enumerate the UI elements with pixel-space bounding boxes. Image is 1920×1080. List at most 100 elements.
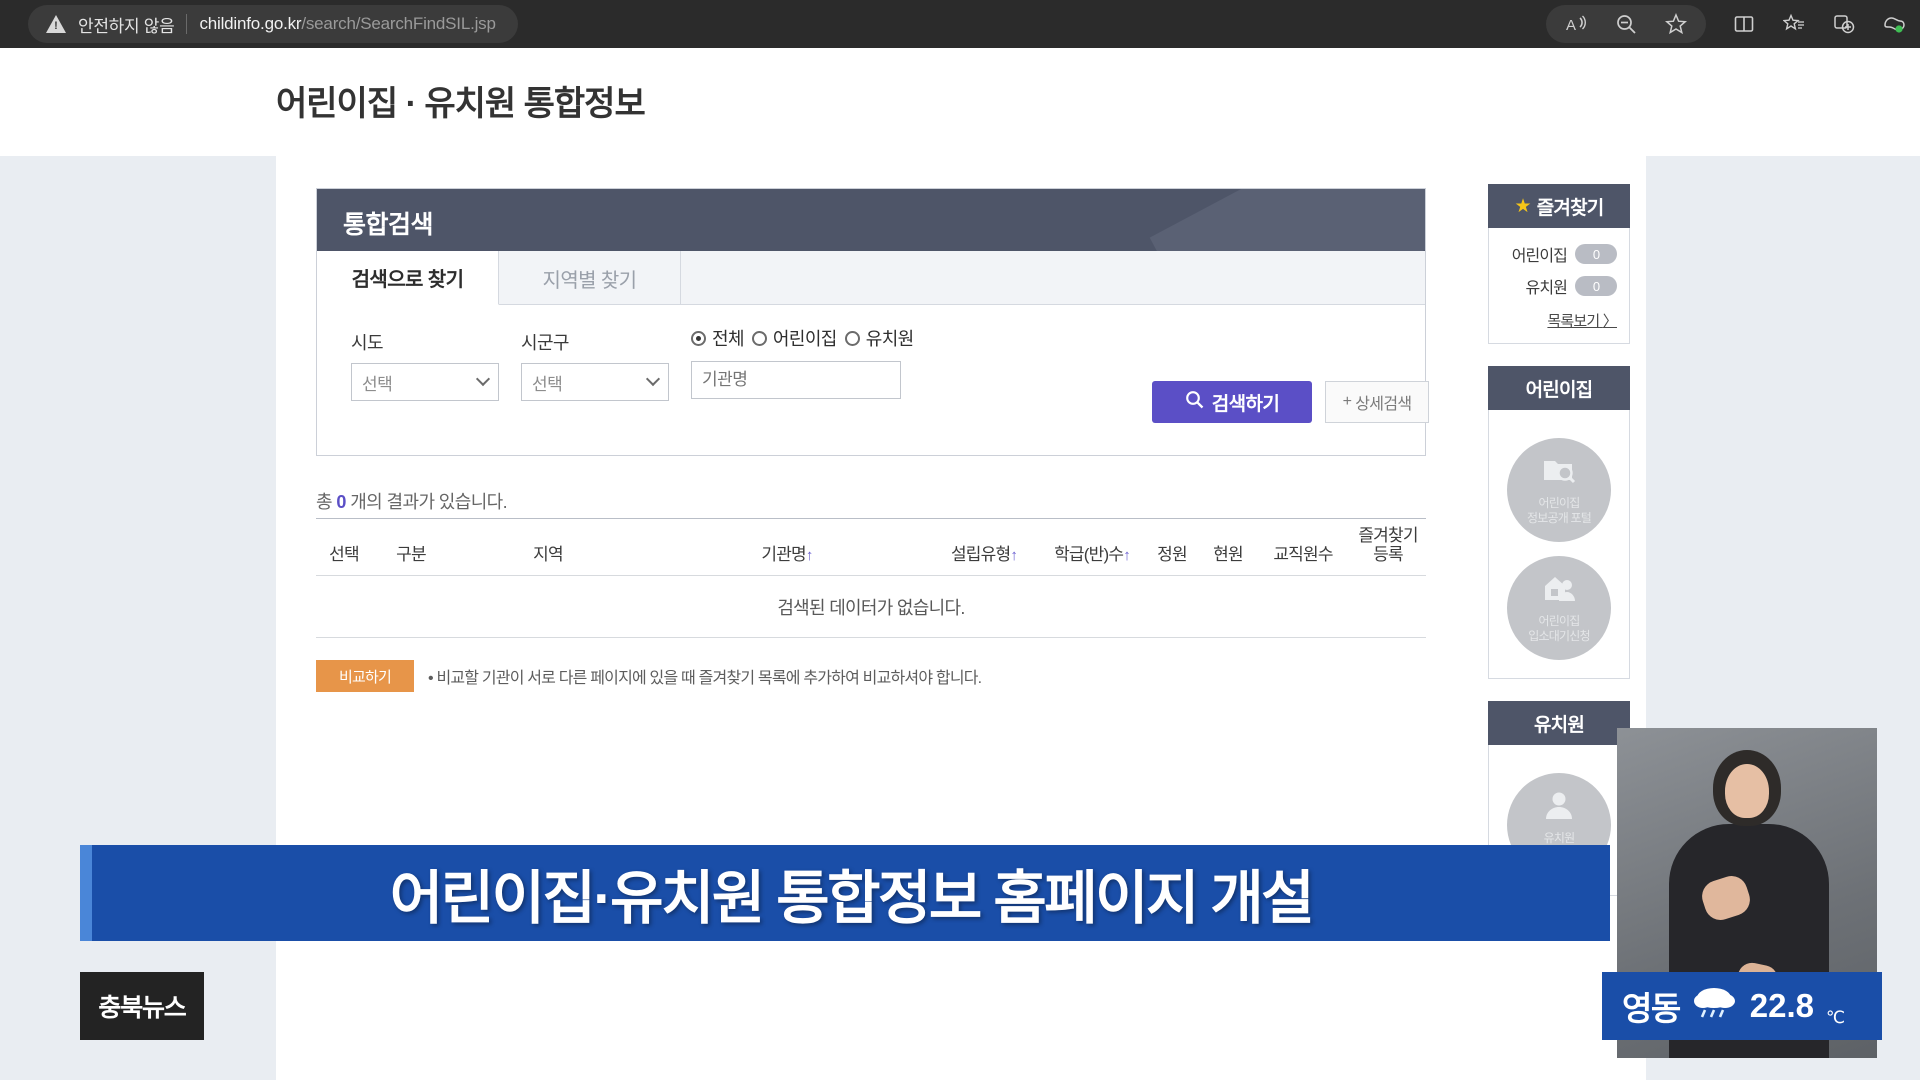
toolbar-icon-group-left: A [1546,5,1706,43]
zoom-out-icon[interactable] [1614,12,1638,36]
search-panel-title: 통합검색 [343,211,434,239]
search-form: 시도 선택 시군구 선택 전체 어린이집 유치원 기관명 검색하기 + 상세검색 [317,305,1429,455]
plus-icon: + [1342,393,1352,410]
institution-type-radios: 전체 어린이집 유치원 [691,325,914,351]
detail-search-button[interactable]: + 상세검색 [1325,381,1429,423]
institution-name-input[interactable] [691,361,901,399]
right-sidebar: ★ 즐겨찾기 어린이집 0 유치원 0 목록보기 〉 어린이집 어린이집 정보공… [1488,184,1630,896]
result-count: 총 0 개의 결과가 있습니다. [316,488,508,514]
svg-text:A: A [1566,17,1576,34]
kindergarten-recruit-label-1: 유치원 [1543,830,1576,845]
result-count-value: 0 [336,492,346,512]
daycare-portal-label-2: 정보공개 포털 [1527,510,1592,525]
search-button[interactable]: 검색하기 [1152,381,1312,423]
collections-icon[interactable] [1782,12,1806,36]
favorites-kindergarten-label: 유치원 [1525,280,1568,297]
compare-row: 비교하기 • 비교할 기관이 서로 다른 페이지에 있을 때 즐겨찾기 목록에 … [316,660,1426,692]
radio-all-label: 전체 [712,329,745,349]
results-table: 선택 구분 지역 기관명↑ 설립유형↑ 학급(반)수↑ 정원 현원 교직원수 즐… [316,518,1426,692]
chevron-right-icon: 〉 [1602,313,1618,330]
warning-icon [46,15,66,33]
url-text: childinfo.go.kr/search/SearchFindSIL.jsp [199,14,495,34]
sort-ascending-icon[interactable]: ↑ [806,547,813,564]
column-class-count-label: 학급(반)수 [1054,545,1124,564]
table-header-row: 선택 구분 지역 기관명↑ 설립유형↑ 학급(반)수↑ 정원 현원 교직원수 즐… [316,518,1426,576]
tab-filler [681,251,1425,304]
column-institution-name[interactable]: 기관명↑ [646,540,928,565]
radio-all[interactable]: 전체 [691,325,745,351]
star-icon: ★ [1514,195,1532,217]
tab-search-by-keyword[interactable]: 검색으로 찾기 [317,251,499,305]
daycare-portal-label-1: 어린이집 [1538,495,1581,510]
search-panel-header: 통합검색 [317,189,1425,251]
column-establishment-type[interactable]: 설립유형↑ [928,540,1040,565]
read-aloud-icon[interactable]: A [1564,12,1588,36]
daycare-portal-button[interactable]: 어린이집 정보공개 포털 [1507,438,1611,542]
browser-toolbar: 안전하지 않음 childinfo.go.kr/search/SearchFin… [0,0,1920,48]
home-person-icon [1542,573,1576,609]
news-headline-banner: 어린이집·유치원 통합정보 홈페이지 개설 [80,845,1610,941]
radio-all-control[interactable] [691,330,706,346]
daycare-waitlist-button[interactable]: 어린이집 입소대기신청 [1507,556,1611,660]
empty-state-message: 검색된 데이터가 없습니다. [316,576,1426,638]
tab-search-by-region[interactable]: 지역별 찾기 [499,251,681,305]
sido-label: 시도 [351,333,384,353]
favorites-row-kindergarten: 유치원 0 [1501,274,1617,298]
daycare-block: 어린이집 어린이집 정보공개 포털 어린이집 입소대기신청 [1488,366,1630,679]
content-card: 통합검색 검색으로 찾기 지역별 찾기 시도 선택 시군구 선택 전체 어린이집… [276,156,1646,1080]
search-tabs: 검색으로 찾기 지역별 찾기 [317,251,1425,305]
address-bar[interactable]: 안전하지 않음 childinfo.go.kr/search/SearchFin… [28,5,518,43]
kindergarten-header: 유치원 [1488,701,1630,745]
search-button-label: 검색하기 [1211,393,1280,415]
news-headline-text: 어린이집·유치원 통합정보 홈페이지 개설 [389,866,1315,931]
radio-kindergarten-control[interactable] [844,330,860,346]
column-capacity: 정원 [1157,545,1187,564]
split-screen-icon[interactable] [1732,12,1756,36]
browser-essentials-icon[interactable] [1832,12,1856,36]
column-establishment-type-label: 설립유형 [950,545,1011,564]
column-select: 선택 [329,545,359,564]
sigungu-label: 시군구 [521,333,569,353]
favorites-list-link-label: 목록보기 [1547,313,1600,330]
search-icon [1185,390,1204,415]
radio-daycare-control[interactable] [751,330,767,346]
favorite-star-icon[interactable] [1664,12,1688,36]
daycare-box: 어린이집 정보공개 포털 어린이집 입소대기신청 [1488,410,1630,679]
daycare-waitlist-label-1: 어린이집 [1538,613,1581,628]
screen: 안전하지 않음 childinfo.go.kr/search/SearchFin… [0,0,1920,1080]
institution-type-field: 전체 어린이집 유치원 [691,325,914,399]
column-institution-name-label: 기관명 [761,545,806,564]
copilot-icon[interactable] [1882,12,1906,36]
detail-search-label: 상세검색 [1355,396,1412,413]
search-panel: 통합검색 검색으로 찾기 지역별 찾기 시도 선택 시군구 선택 전체 어린이집… [316,188,1429,456]
column-favorite-register: 즐겨찾기 등록 [1358,525,1418,565]
sort-ascending-icon[interactable]: ↑ [1123,547,1130,564]
compare-button[interactable]: 비교하기 [316,660,414,692]
sort-ascending-icon[interactable]: ↑ [1010,547,1017,564]
favorites-box: 어린이집 0 유치원 0 목록보기 〉 [1488,228,1630,344]
daycare-header: 어린이집 [1488,366,1630,410]
column-staff-count: 교직원수 [1273,545,1333,564]
clock-watermark: 7:44 [1771,71,1868,123]
sigungu-select[interactable]: 선택 [521,363,669,401]
banner-accent-bar [80,845,92,941]
weather-unit: ℃ [1825,1008,1846,1027]
favorites-daycare-count: 0 [1575,244,1617,264]
folder-search-icon [1542,455,1576,491]
radio-daycare[interactable]: 어린이집 [751,325,837,351]
sido-selected-value: 선택 [362,374,393,394]
omnibox-divider [186,14,188,34]
sido-select[interactable]: 선택 [351,363,499,401]
favorites-list-link[interactable]: 목록보기 〉 [1501,310,1617,331]
result-count-suffix: 개의 결과가 있습니다. [350,492,508,512]
column-region: 지역 [533,545,563,564]
site-header: 어린이집 · 유치원 통합정보 [0,48,1920,156]
person-icon [1543,790,1575,826]
result-count-prefix: 총 [316,492,333,512]
url-path: /search/SearchFindSIL.jsp [301,14,496,33]
column-class-count[interactable]: 학급(반)수↑ [1040,540,1144,565]
column-current: 현원 [1213,545,1243,564]
favorites-header-label: 즐겨찾기 [1536,197,1605,219]
radio-kindergarten-label: 유치원 [865,329,914,349]
radio-kindergarten[interactable]: 유치원 [844,325,914,351]
